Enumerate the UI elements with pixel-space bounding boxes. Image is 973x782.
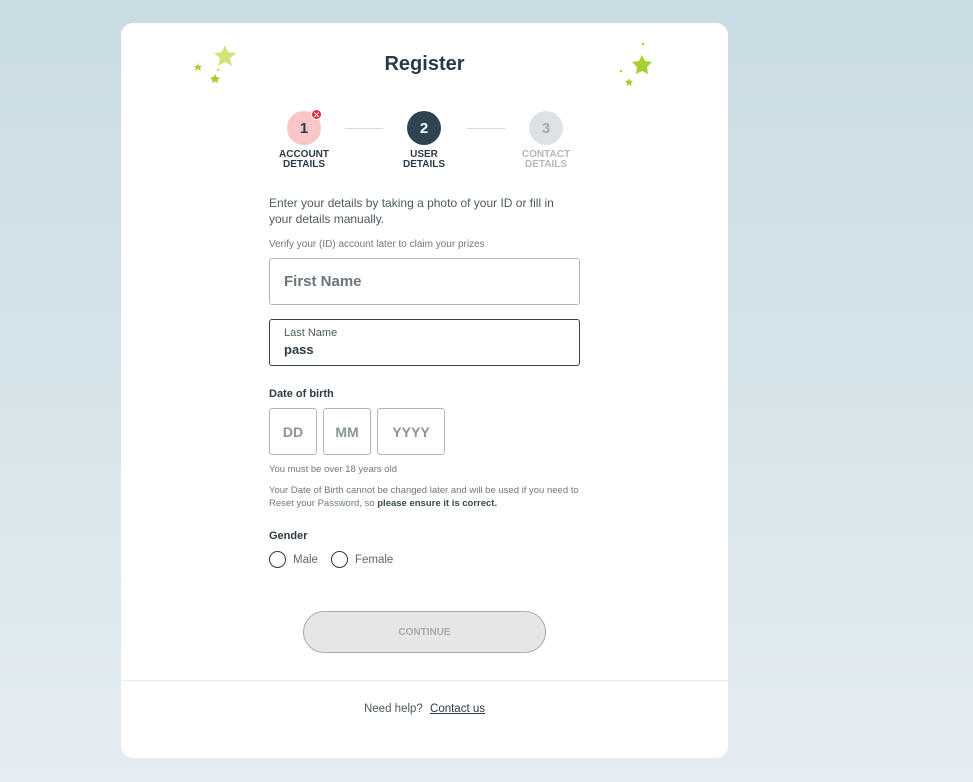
age-note: You must be over 18 years old: [269, 464, 397, 475]
dob-warning: Your Date of Birth cannot be changed lat…: [269, 485, 579, 509]
gender-female-radio[interactable]: [330, 551, 348, 568]
dob-month-input[interactable]: [324, 423, 370, 440]
error-icon: ✕: [311, 109, 322, 120]
step-connector: [467, 128, 505, 129]
help-text: Need help?: [363, 703, 423, 715]
step-number: 2: [407, 111, 441, 145]
page-title: Register: [384, 53, 465, 75]
gender-female-label[interactable]: Female: [355, 554, 393, 566]
last-name-field[interactable]: Last Name: [269, 319, 580, 366]
dob-month-field[interactable]: [323, 408, 371, 455]
intro-text: Enter your details by taking a photo of …: [269, 196, 554, 226]
gender-male-label[interactable]: Male: [293, 554, 318, 566]
dob-day-input[interactable]: [270, 423, 316, 440]
gender-male-radio[interactable]: [269, 551, 286, 568]
dob-inputs: [269, 408, 580, 455]
dob-day-field[interactable]: [269, 408, 317, 455]
first-name-field[interactable]: [269, 258, 580, 305]
step-contact-details: 3 CONTACT DETAILS: [511, 111, 581, 170]
continue-button[interactable]: CONTINUE: [303, 611, 546, 653]
step-label: ACCOUNT DETAILS: [279, 149, 329, 170]
last-name-label: Last Name: [284, 327, 338, 339]
help-footer: Need help? Contact us: [121, 703, 728, 715]
last-name-input[interactable]: [284, 342, 564, 357]
verify-note: Verify your (ID) account later to claim …: [269, 239, 485, 250]
dob-label: Date of birth: [269, 388, 334, 400]
contact-us-link[interactable]: Contact us: [430, 703, 485, 715]
footer-divider: [101, 680, 748, 681]
step-account-details[interactable]: 1 ✕ ACCOUNT DETAILS: [269, 109, 339, 170]
first-name-input[interactable]: [284, 259, 565, 304]
step-number: 1 ✕: [287, 109, 322, 145]
step-user-details[interactable]: 2 USER DETAILS: [389, 111, 459, 170]
dob-year-field[interactable]: [377, 408, 445, 455]
gender-options: Male Female: [269, 551, 580, 568]
dob-warning-emphasis: please ensure it is correct.: [377, 498, 498, 509]
user-details-form: Enter your details by taking a photo of …: [269, 195, 580, 568]
step-label: CONTACT DETAILS: [521, 149, 571, 170]
step-number: 3: [529, 111, 563, 145]
gender-label: Gender: [269, 530, 308, 542]
registration-stepper: 1 ✕ ACCOUNT DETAILS 2 USER DETAILS 3 CON…: [269, 109, 581, 175]
register-card: Register 1 ✕ ACCOUNT DETAILS 2 USER DETA…: [101, 23, 748, 758]
step-label: USER DETAILS: [402, 149, 446, 170]
dob-year-input[interactable]: [378, 423, 444, 440]
step-connector: [345, 128, 383, 129]
